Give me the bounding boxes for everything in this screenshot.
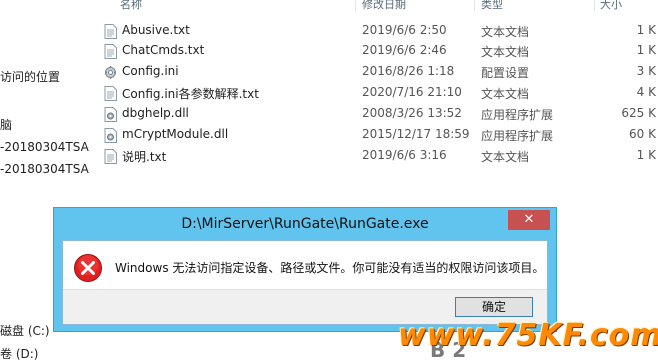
close-button[interactable]: ✕ [508, 210, 550, 230]
file-row[interactable]: mCryptModule.dll 2015/12/17 18:59 应用程序扩展… [96, 125, 658, 145]
file-type: 文本文档 [481, 25, 530, 39]
text-file-icon [104, 24, 117, 39]
file-size: 60 K [629, 127, 656, 141]
column-divider[interactable] [594, 0, 595, 12]
error-icon [74, 254, 102, 282]
close-icon: ✕ [523, 212, 535, 227]
file-name: Config.ini各参数解释.txt [122, 87, 259, 101]
dialog-body: Windows 无法访问指定设备、路径或文件。你可能没有适当的权限访问该项目。 … [62, 240, 548, 325]
dll-file-icon [104, 128, 117, 143]
watermark-logo: www.75KF.com [398, 318, 658, 353]
file-row[interactable]: Config.ini各参数解释.txt 2020/7/16 21:10 文本文档… [96, 83, 658, 103]
file-row[interactable]: Config.ini 2016/8/26 1:18 配置设置 3 K [96, 62, 658, 82]
file-type: 应用程序扩展 [481, 108, 554, 122]
file-name: dbghelp.dll [122, 106, 189, 120]
file-size: 1 K [636, 148, 656, 162]
column-header-size[interactable]: 大小 [600, 0, 658, 12]
file-name: Config.ini [122, 64, 179, 78]
text-file-icon [104, 44, 117, 59]
file-date: 2016/8/26 1:18 [362, 64, 455, 78]
file-name: Abusive.txt [122, 23, 190, 37]
nav-item-host-1[interactable]: -20180304TSA [0, 140, 89, 154]
column-divider[interactable] [355, 0, 356, 12]
file-date: 2019/6/6 2:46 [362, 43, 447, 57]
nav-item-drive-c[interactable]: 磁盘 (C:) [0, 322, 50, 339]
file-size: 1 K [636, 43, 656, 57]
column-divider[interactable] [474, 0, 475, 12]
file-size: 1 K [636, 23, 656, 37]
text-file-icon [104, 86, 117, 101]
file-row[interactable]: Abusive.txt 2019/6/6 2:50 文本文档 1 K [96, 21, 658, 41]
file-type: 文本文档 [481, 87, 530, 101]
file-row[interactable]: dbghelp.dll 2008/3/26 13:52 应用程序扩展 625 K [96, 104, 658, 124]
file-type: 配置设置 [481, 66, 530, 80]
file-date: 2008/3/26 13:52 [362, 106, 462, 120]
file-date: 2019/6/6 2:50 [362, 23, 447, 37]
column-header-type[interactable]: 类型 [481, 0, 591, 12]
file-row[interactable]: 说明.txt 2019/6/6 3:16 文本文档 1 K [96, 146, 658, 166]
nav-item-host-2[interactable]: -20180304TSA [0, 162, 89, 176]
file-row[interactable]: ChatCmds.txt 2019/6/6 2:46 文本文档 1 K [96, 41, 658, 61]
error-dialog: D:\MirServer\RunGate\RunGate.exe ✕ Windo… [53, 207, 557, 332]
file-type: 文本文档 [481, 150, 530, 164]
file-name: 说明.txt [122, 150, 167, 164]
config-file-icon [105, 66, 116, 79]
file-type: 应用程序扩展 [481, 129, 554, 143]
text-file-icon [104, 149, 117, 164]
file-name: ChatCmds.txt [122, 43, 205, 57]
file-date: 2019/6/6 3:16 [362, 148, 447, 162]
ok-button[interactable]: 确定 [455, 297, 533, 317]
file-type: 文本文档 [481, 45, 530, 59]
nav-item-drive-d[interactable]: 卷 (D:) [0, 345, 38, 362]
file-size: 3 K [636, 64, 656, 78]
nav-item-computer[interactable]: 脑 [0, 116, 12, 133]
message-area: Windows 无法访问指定设备、路径或文件。你可能没有适当的权限访问该项目。 [63, 241, 547, 291]
file-name: mCryptModule.dll [122, 127, 229, 141]
file-size: 625 K [621, 106, 656, 120]
column-header-name[interactable]: 名称 [120, 0, 350, 12]
column-header-date[interactable]: 修改日期 [362, 0, 472, 12]
nav-item-recent-places[interactable]: 访问的位置 [0, 68, 60, 85]
dll-file-icon [104, 107, 117, 122]
error-message: Windows 无法访问指定设备、路径或文件。你可能没有适当的权限访问该项目。 [115, 261, 545, 275]
dialog-title[interactable]: D:\MirServer\RunGate\RunGate.exe [54, 208, 556, 240]
file-size: 4 K [636, 85, 656, 99]
file-date: 2015/12/17 18:59 [362, 127, 470, 141]
file-date: 2020/7/16 21:10 [362, 85, 462, 99]
